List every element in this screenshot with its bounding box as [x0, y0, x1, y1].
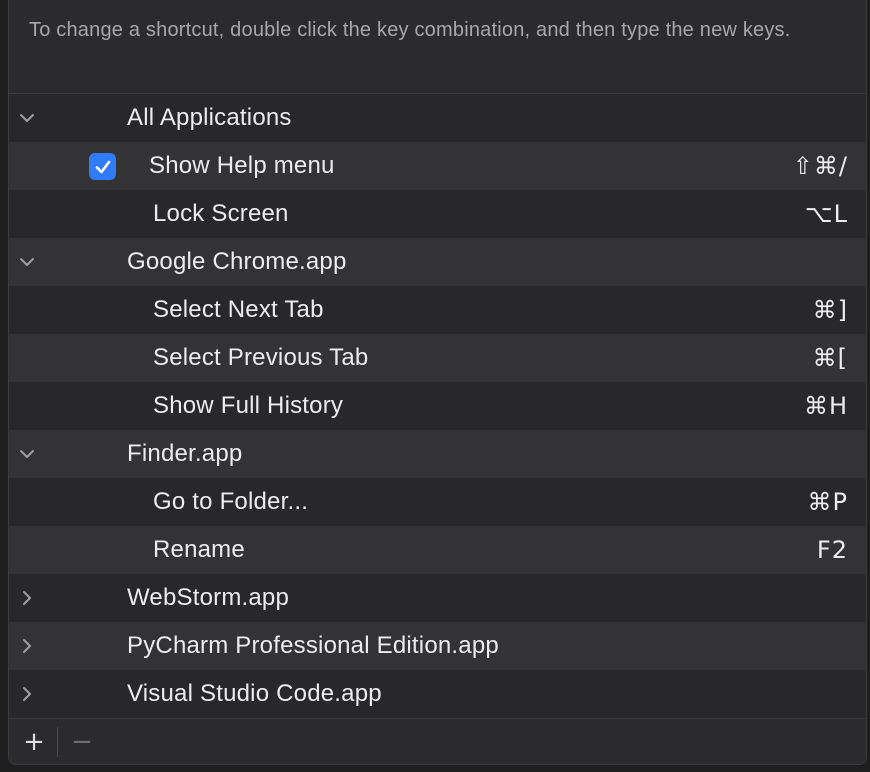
key-combination[interactable]: ⇧⌘/: [793, 142, 848, 190]
group-row[interactable]: Visual Studio Code.app: [9, 670, 866, 718]
instructions-text: To change a shortcut, double click the k…: [29, 19, 791, 41]
group-label: Google Chrome.app: [127, 248, 347, 275]
chevron-down-icon[interactable]: [17, 444, 37, 464]
shortcut-row[interactable]: Select Previous Tab ⌘[: [9, 334, 866, 382]
add-shortcut-button[interactable]: +: [19, 727, 49, 757]
shortcuts-panel: To change a shortcut, double click the k…: [8, 0, 867, 765]
shortcut-list: All Applications Show Help menu ⇧⌘/Lock Sc…: [9, 93, 866, 718]
shortcut-row[interactable]: Lock Screen ⌥L: [9, 190, 866, 238]
group-row[interactable]: Google Chrome.app: [9, 238, 866, 286]
group-label: All Applications: [127, 104, 292, 131]
chevron-down-icon[interactable]: [17, 108, 37, 128]
group-row[interactable]: PyCharm Professional Edition.app: [9, 622, 866, 670]
enabled-checkbox[interactable]: [89, 153, 116, 180]
shortcut-label: Show Help menu: [149, 152, 335, 179]
chevron-right-icon[interactable]: [17, 684, 37, 704]
remove-shortcut-button[interactable]: −: [67, 727, 97, 757]
group-row[interactable]: WebStorm.app: [9, 574, 866, 622]
group-label: Finder.app: [127, 440, 243, 467]
key-combination[interactable]: F2: [817, 526, 848, 574]
chevron-right-icon[interactable]: [17, 636, 37, 656]
shortcut-label: Go to Folder...: [153, 488, 309, 515]
group-row[interactable]: Finder.app: [9, 430, 866, 478]
shortcut-label: Lock Screen: [153, 200, 289, 227]
footer-divider: [57, 727, 58, 757]
shortcut-row[interactable]: Go to Folder... ⌘P: [9, 478, 866, 526]
shortcut-label: Rename: [153, 536, 245, 563]
shortcut-label: Select Next Tab: [153, 296, 324, 323]
key-combination[interactable]: ⌘P: [808, 478, 848, 526]
group-label: PyCharm Professional Edition.app: [127, 632, 499, 659]
checkmark-icon: [95, 160, 110, 173]
shortcut-label: Show Full History: [153, 392, 344, 419]
shortcut-label: Select Previous Tab: [153, 344, 369, 371]
key-combination[interactable]: ⌘H: [804, 382, 848, 430]
shortcut-row[interactable]: Rename F2: [9, 526, 866, 574]
key-combination[interactable]: ⌥L: [805, 190, 848, 238]
list-footer: + −: [9, 718, 866, 764]
shortcut-row[interactable]: Select Next Tab ⌘]: [9, 286, 866, 334]
key-combination[interactable]: ⌘]: [813, 286, 848, 334]
group-label: WebStorm.app: [127, 584, 290, 611]
chevron-down-icon[interactable]: [17, 252, 37, 272]
chevron-right-icon[interactable]: [17, 588, 37, 608]
shortcut-row[interactable]: Show Full History ⌘H: [9, 382, 866, 430]
key-combination[interactable]: ⌘[: [813, 334, 848, 382]
shortcut-row[interactable]: Show Help menu ⇧⌘/: [9, 142, 866, 190]
group-row[interactable]: All Applications: [9, 94, 866, 142]
group-label: Visual Studio Code.app: [127, 680, 382, 707]
